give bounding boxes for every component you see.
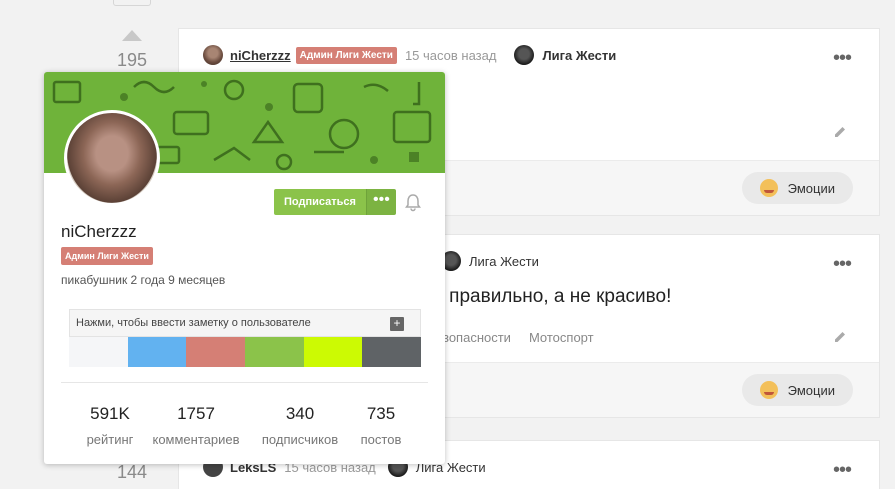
stat-value: 340 bbox=[285, 404, 315, 423]
vote-box[interactable] bbox=[113, 0, 151, 6]
add-note-icon[interactable]: + bbox=[390, 317, 404, 331]
post-time[interactable]: 15 часов назад bbox=[405, 48, 497, 63]
emotions-label: Эмоции bbox=[787, 382, 835, 398]
tag[interactable]: зопасности bbox=[443, 330, 511, 345]
community-link[interactable]: Лига Жести bbox=[469, 254, 539, 269]
note-color-swatch[interactable] bbox=[69, 337, 128, 367]
user-note-input[interactable]: Нажми, чтобы ввести заметку о пользовате… bbox=[69, 309, 421, 337]
user-note-placeholder: Нажми, чтобы ввести заметку о пользовате… bbox=[76, 317, 311, 329]
community-icon[interactable] bbox=[514, 45, 535, 65]
more-options-icon[interactable]: ••• bbox=[833, 460, 852, 480]
stat-posts[interactable]: 735 постов bbox=[350, 404, 412, 447]
subscribe-more-button[interactable]: ••• bbox=[365, 189, 396, 215]
community-link[interactable]: Лига Жести bbox=[542, 48, 616, 63]
note-color-swatch[interactable] bbox=[303, 337, 363, 367]
author-link[interactable]: niCherzzz bbox=[230, 48, 291, 63]
author-badge: Админ Лиги Жести bbox=[295, 46, 397, 64]
note-color-picker bbox=[69, 337, 422, 367]
emotion-face-icon bbox=[759, 381, 778, 399]
subscribe-button[interactable]: Подписаться bbox=[274, 189, 366, 215]
stat-value: 735 bbox=[366, 404, 396, 423]
stat-rating[interactable]: 591K рейтинг bbox=[79, 404, 141, 447]
edit-icon[interactable] bbox=[833, 330, 847, 344]
divider bbox=[61, 382, 428, 383]
emotions-button[interactable]: Эмоции bbox=[741, 374, 853, 406]
stat-label: подписчиков bbox=[261, 432, 339, 447]
story-rating: 144 bbox=[116, 462, 148, 482]
stat-label: постов bbox=[360, 432, 402, 447]
stat-label: комментариев bbox=[152, 432, 240, 447]
emotion-face-icon bbox=[759, 179, 778, 197]
story-rating: 195 bbox=[116, 50, 148, 70]
edit-icon[interactable] bbox=[833, 125, 847, 139]
tag[interactable]: Мотоспорт bbox=[529, 330, 594, 345]
profile-badge: Админ Лиги Жести bbox=[61, 247, 153, 265]
stat-value: 1757 bbox=[177, 404, 215, 423]
more-options-icon[interactable]: ••• bbox=[833, 48, 852, 68]
more-options-icon[interactable]: ••• bbox=[833, 254, 852, 274]
story-meta: Лига Жести bbox=[441, 251, 539, 271]
note-color-swatch[interactable] bbox=[362, 337, 422, 367]
upvote-icon[interactable] bbox=[122, 30, 142, 41]
stat-subscribers[interactable]: 340 подписчиков bbox=[252, 404, 348, 447]
profile-avatar[interactable] bbox=[64, 110, 160, 206]
story-tags: зопасности Мотоспорт bbox=[443, 330, 594, 345]
story-title[interactable]: ь правильно, а не красиво! bbox=[434, 286, 671, 308]
bell-icon[interactable] bbox=[403, 192, 423, 212]
profile-username: niCherzzz bbox=[61, 222, 137, 241]
note-color-swatch[interactable] bbox=[186, 337, 246, 367]
emotions-button[interactable]: Эмоции bbox=[741, 172, 853, 204]
stat-comments[interactable]: 1757 комментариев bbox=[146, 404, 246, 447]
author-avatar[interactable] bbox=[203, 45, 223, 65]
story-meta: niCherzzz Админ Лиги Жести 15 часов наза… bbox=[203, 45, 616, 65]
emotions-label: Эмоции bbox=[787, 180, 835, 196]
note-color-swatch[interactable] bbox=[245, 337, 304, 367]
stat-label: рейтинг bbox=[86, 432, 134, 447]
profile-since: пикабушник 2 года 9 месяцев bbox=[61, 273, 226, 287]
note-color-swatch[interactable] bbox=[127, 337, 187, 367]
subscribe-group: Подписаться ••• bbox=[274, 189, 396, 215]
profile-popup: Подписаться ••• niCherzzz Админ Лиги Жес… bbox=[44, 72, 445, 464]
stat-value: 591K bbox=[90, 404, 130, 423]
